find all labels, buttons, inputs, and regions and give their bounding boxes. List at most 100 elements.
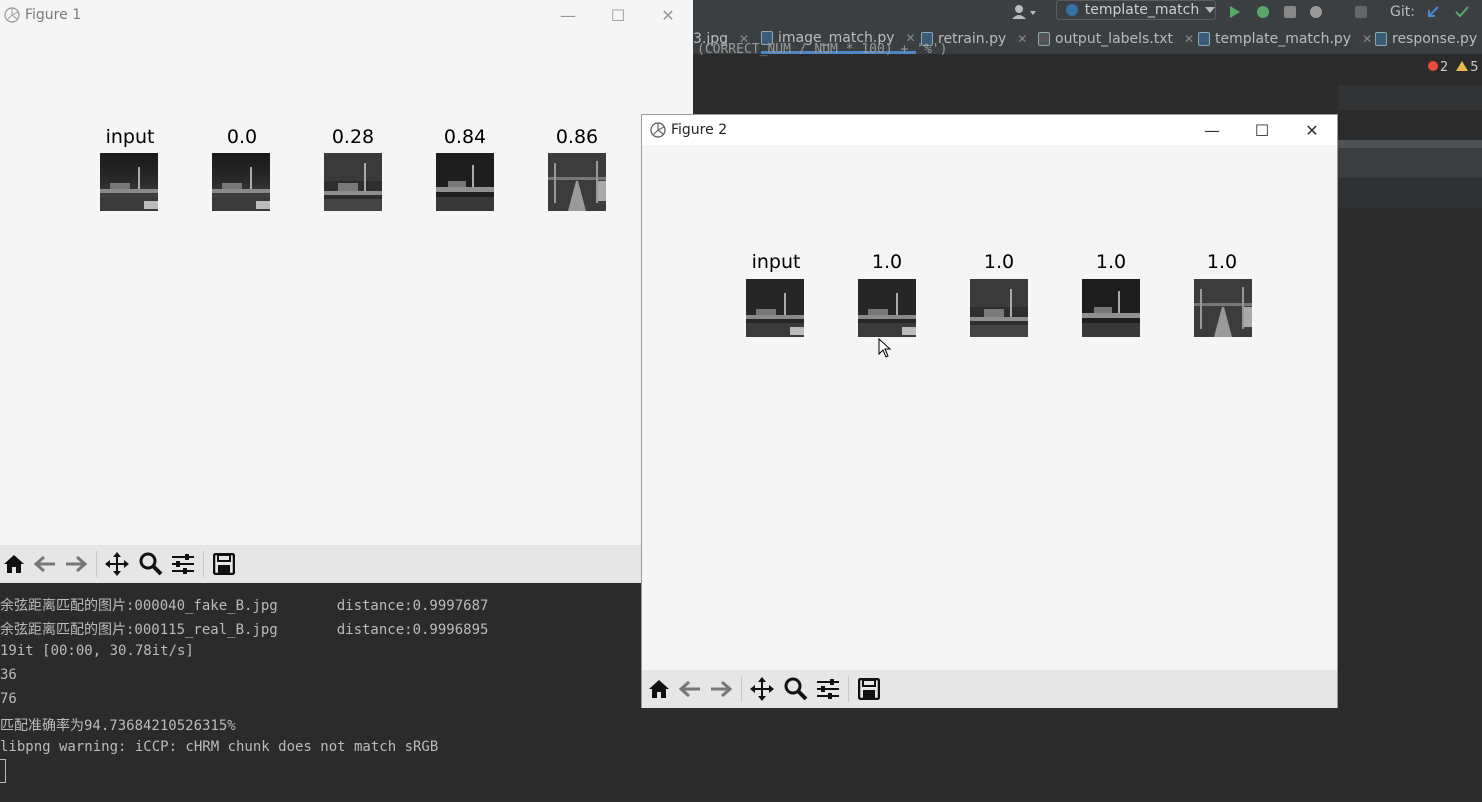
toolbar-separator bbox=[96, 551, 97, 577]
console-line: libpng warning: iCCP: cHRM chunk does no… bbox=[0, 739, 439, 755]
console-line: 匹配准确率为94.73684210526315% bbox=[0, 718, 236, 734]
git-update-icon[interactable] bbox=[1426, 0, 1440, 24]
forward-icon[interactable] bbox=[707, 675, 735, 703]
thumbnail-image bbox=[436, 153, 494, 211]
thumbnail-image bbox=[1194, 279, 1252, 337]
run-config-dropdown[interactable]: template_match bbox=[1056, 0, 1216, 20]
panel-divider bbox=[1338, 140, 1482, 148]
toolbar-separator bbox=[203, 551, 204, 577]
tab-output-labels[interactable]: output_labels.txt ✕ bbox=[1038, 24, 1194, 54]
matplotlib-logo-icon bbox=[649, 121, 667, 139]
tab-label: response.py bbox=[1392, 31, 1478, 47]
figure-1-titlebar[interactable]: Figure 1 — ☐ ✕ bbox=[0, 0, 693, 30]
tab-label: template_match.py bbox=[1215, 31, 1352, 47]
maximize-button[interactable]: ☐ bbox=[1237, 115, 1287, 145]
thumbnail-image bbox=[970, 279, 1028, 337]
run-icon[interactable] bbox=[1230, 0, 1240, 24]
console-area bbox=[642, 708, 1338, 802]
pan-icon[interactable] bbox=[103, 550, 131, 578]
stop-icon[interactable] bbox=[1355, 0, 1367, 24]
console-line: 余弦距离匹配的图片:000115_real_B.jpg distance:0.9… bbox=[0, 622, 489, 638]
console-line: 76 bbox=[0, 691, 17, 707]
pan-icon[interactable] bbox=[748, 675, 776, 703]
python-file-icon bbox=[1375, 32, 1387, 46]
subplot-title: 0.84 bbox=[443, 126, 487, 148]
ide-toolbar: template_match Git: bbox=[693, 0, 1482, 24]
debug-icon[interactable] bbox=[1257, 0, 1269, 24]
subplot-title: 1.0 bbox=[871, 251, 903, 273]
maximize-button[interactable]: ☐ bbox=[593, 0, 643, 30]
save-icon[interactable] bbox=[855, 675, 883, 703]
error-count: 2 bbox=[1440, 60, 1449, 75]
inspection-indicator[interactable]: 2 5 bbox=[1428, 60, 1479, 75]
window-title: Figure 2 bbox=[671, 122, 728, 138]
run-config-label: template_match bbox=[1084, 2, 1200, 18]
console-line: 余弦距离匹配的图片:000040_fake_B.jpg distance:0.9… bbox=[0, 598, 489, 614]
back-icon[interactable] bbox=[676, 675, 704, 703]
warning-icon bbox=[1456, 61, 1469, 71]
figure-2-titlebar[interactable]: Figure 2 — ☐ ✕ bbox=[642, 115, 1337, 145]
close-icon[interactable]: ✕ bbox=[1017, 32, 1027, 46]
save-icon[interactable] bbox=[210, 550, 238, 578]
python-file-icon bbox=[1198, 32, 1210, 46]
subplot-title: input bbox=[751, 251, 801, 273]
back-icon[interactable] bbox=[31, 550, 59, 578]
window-title: Figure 1 bbox=[25, 7, 82, 23]
console-line: 19it [00:00, 30.78it/s] bbox=[0, 643, 194, 659]
subplot-title: 0.86 bbox=[555, 126, 599, 148]
thumbnail-image bbox=[746, 279, 804, 337]
close-button[interactable]: ✕ bbox=[643, 0, 693, 30]
figure-2-toolbar bbox=[642, 670, 1337, 708]
minimize-button[interactable]: — bbox=[543, 0, 593, 30]
figure-1-toolbar bbox=[0, 545, 642, 583]
close-icon[interactable]: ✕ bbox=[1362, 32, 1372, 46]
git-label: Git: bbox=[1390, 4, 1415, 20]
matplotlib-logo-icon bbox=[3, 6, 21, 24]
tab-response[interactable]: response.py bbox=[1375, 24, 1477, 54]
editor-band bbox=[1338, 148, 1482, 178]
configure-icon[interactable] bbox=[814, 675, 842, 703]
profile-icon[interactable] bbox=[1310, 0, 1322, 24]
configure-icon[interactable] bbox=[169, 550, 197, 578]
close-icon[interactable]: ✕ bbox=[1184, 32, 1194, 46]
subplot-title: 0.0 bbox=[226, 126, 258, 148]
console-line: 36 bbox=[0, 667, 17, 683]
subplot-title: 0.28 bbox=[331, 126, 375, 148]
zoom-icon[interactable] bbox=[782, 675, 810, 703]
home-icon[interactable] bbox=[0, 550, 28, 578]
run-console[interactable]: 余弦距离匹配的图片:000040_fake_B.jpg distance:0.9… bbox=[0, 583, 642, 802]
console-input-cursor[interactable] bbox=[0, 759, 6, 783]
editor-band bbox=[1338, 85, 1482, 110]
toolbar-separator bbox=[848, 676, 849, 702]
text-file-icon bbox=[1038, 32, 1050, 46]
zoom-icon[interactable] bbox=[137, 550, 165, 578]
git-commit-icon[interactable] bbox=[1455, 0, 1469, 24]
console-area bbox=[1338, 708, 1482, 802]
thumbnail-image bbox=[324, 153, 382, 211]
close-button[interactable]: ✕ bbox=[1287, 115, 1337, 145]
tab-label: output_labels.txt bbox=[1055, 31, 1174, 47]
tab-label: retrain.py bbox=[938, 31, 1007, 47]
warning-count: 5 bbox=[1470, 60, 1479, 75]
subplot-title: input bbox=[105, 126, 155, 148]
tab-template-match[interactable]: template_match.py ✕ bbox=[1198, 24, 1372, 54]
thumbnail-image bbox=[1082, 279, 1140, 337]
thumbnail-image bbox=[548, 153, 606, 211]
forward-icon[interactable] bbox=[62, 550, 90, 578]
subplot-title: 1.0 bbox=[1095, 251, 1127, 273]
home-icon[interactable] bbox=[645, 675, 673, 703]
user-icon[interactable] bbox=[1011, 0, 1037, 24]
error-icon bbox=[1428, 61, 1438, 71]
toolbar-separator bbox=[741, 676, 742, 702]
thumbnail-image bbox=[212, 153, 270, 211]
subplot-title: 1.0 bbox=[1206, 251, 1238, 273]
figure-2-window[interactable]: Figure 2 — ☐ ✕ input 1.0 1.0 1.0 1.0 bbox=[641, 114, 1338, 708]
coverage-icon[interactable] bbox=[1284, 0, 1296, 24]
figure-1-window[interactable]: Figure 1 — ☐ ✕ input 0.0 0.28 0.84 0.86 bbox=[0, 0, 693, 583]
code-line: (CORRECT_NUM / NUM * 100) + '%') bbox=[697, 42, 948, 57]
minimize-button[interactable]: — bbox=[1187, 115, 1237, 145]
mouse-cursor-icon bbox=[878, 337, 892, 362]
thumbnail-image bbox=[858, 279, 916, 337]
editor-band bbox=[1338, 178, 1482, 208]
subplot-title: 1.0 bbox=[983, 251, 1015, 273]
